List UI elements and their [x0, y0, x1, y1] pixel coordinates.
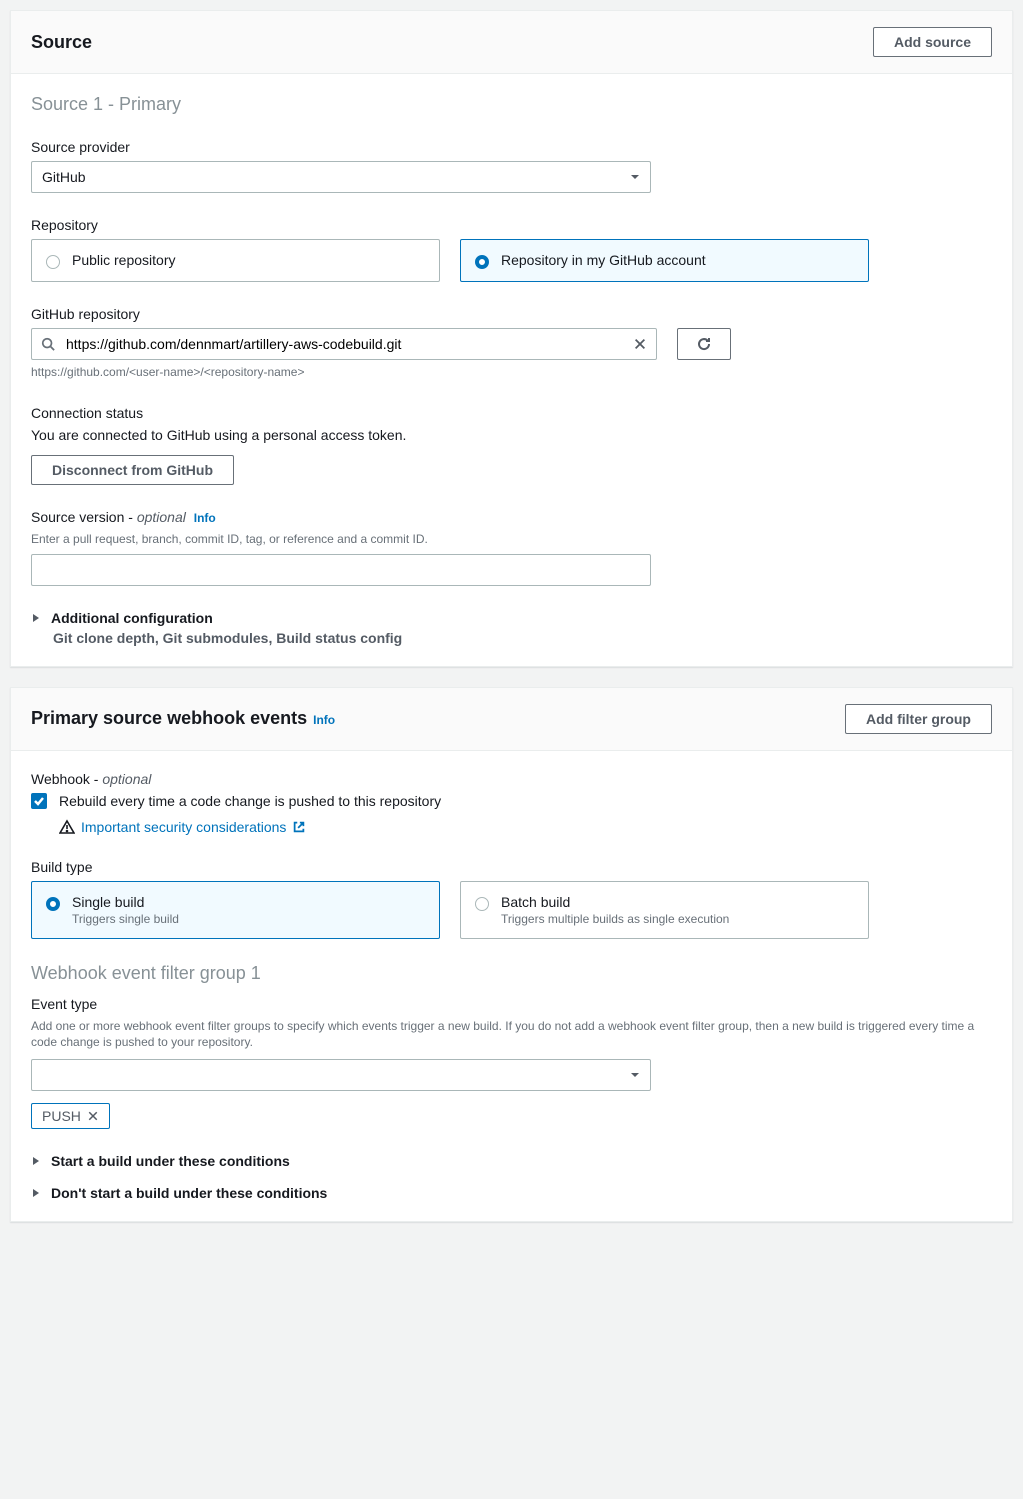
additional-config-title: Additional configuration — [51, 610, 213, 626]
event-type-group: Event type Add one or more webhook event… — [31, 996, 992, 1130]
caret-right-icon — [31, 613, 41, 623]
filter-group-title: Webhook event filter group 1 — [31, 963, 992, 984]
github-repo-hint: https://github.com/<user-name>/<reposito… — [31, 364, 992, 381]
start-conditions-title: Start a build under these conditions — [51, 1153, 290, 1169]
radio-icon — [46, 255, 60, 269]
github-repo-group: GitHub repository https://github.com/<us… — [31, 306, 992, 381]
source-version-input[interactable] — [31, 554, 651, 586]
webhook-label: Webhook - optional — [31, 771, 992, 787]
additional-config-toggle[interactable]: Additional configuration — [31, 610, 992, 626]
repo-option-public[interactable]: Public repository — [31, 239, 440, 282]
radio-icon — [475, 897, 489, 911]
source-provider-select[interactable]: GitHub — [31, 161, 651, 193]
event-type-hint: Add one or more webhook event filter gro… — [31, 1018, 992, 1052]
radio-icon — [475, 255, 489, 269]
webhook-panel: Primary source webhook eventsInfo Add fi… — [10, 687, 1013, 1223]
warning-icon — [59, 819, 75, 835]
start-conditions-toggle[interactable]: Start a build under these conditions — [31, 1153, 992, 1169]
webhook-checkbox-row: Rebuild every time a code change is push… — [31, 793, 992, 809]
repository-label: Repository — [31, 217, 992, 233]
batch-build-sub: Triggers multiple builds as single execu… — [501, 912, 729, 926]
radio-icon — [46, 897, 60, 911]
connection-status-label: Connection status — [31, 405, 992, 421]
dont-start-conditions-toggle[interactable]: Don't start a build under these conditio… — [31, 1185, 992, 1201]
search-icon — [41, 337, 55, 351]
repo-public-label: Public repository — [72, 252, 176, 268]
additional-config-sub: Git clone depth, Git submodules, Build s… — [53, 630, 992, 646]
repository-options: Public repository Repository in my GitHu… — [31, 239, 869, 282]
security-considerations-link[interactable]: Important security considerations — [81, 819, 286, 835]
caret-right-icon — [31, 1188, 41, 1198]
source-provider-value: GitHub — [31, 161, 651, 193]
add-source-button[interactable]: Add source — [873, 27, 992, 57]
webhook-title: Primary source webhook eventsInfo — [31, 708, 335, 729]
webhook-panel-body: Webhook - optional Rebuild every time a … — [11, 751, 1012, 1222]
rebuild-checkbox-label: Rebuild every time a code change is push… — [59, 793, 441, 809]
github-repo-input[interactable] — [31, 328, 657, 360]
source-panel-body: Source 1 - Primary Source provider GitHu… — [11, 74, 1012, 666]
source-panel-header: Source Add source — [11, 11, 1012, 74]
add-filter-group-button[interactable]: Add filter group — [845, 704, 992, 734]
webhook-panel-header: Primary source webhook eventsInfo Add fi… — [11, 688, 1012, 751]
build-type-label: Build type — [31, 859, 992, 875]
additional-config-group: Additional configuration Git clone depth… — [31, 610, 992, 646]
connection-status-group: Connection status You are connected to G… — [31, 405, 992, 485]
build-option-single[interactable]: Single build Triggers single build — [31, 881, 440, 939]
source-version-label: Source version - optional Info — [31, 509, 992, 525]
remove-tag-icon[interactable] — [87, 1110, 99, 1122]
refresh-button[interactable] — [677, 328, 731, 360]
source-provider-label: Source provider — [31, 139, 992, 155]
source-panel: Source Add source Source 1 - Primary Sou… — [10, 10, 1013, 667]
source-title: Source — [31, 32, 92, 53]
caret-right-icon — [31, 1156, 41, 1166]
external-link-icon — [292, 820, 306, 834]
event-tag-label: PUSH — [42, 1108, 81, 1124]
build-option-batch[interactable]: Batch build Triggers multiple builds as … — [460, 881, 869, 939]
source-version-hint: Enter a pull request, branch, commit ID,… — [31, 531, 992, 548]
build-type-options: Single build Triggers single build Batch… — [31, 881, 869, 939]
security-link-row: Important security considerations — [59, 819, 992, 835]
github-repo-label: GitHub repository — [31, 306, 992, 322]
rebuild-checkbox[interactable] — [31, 793, 47, 809]
source-version-group: Source version - optional Info Enter a p… — [31, 509, 992, 586]
single-build-title: Single build — [72, 894, 179, 910]
event-tag-push: PUSH — [31, 1103, 110, 1129]
dont-start-conditions-title: Don't start a build under these conditio… — [51, 1185, 327, 1201]
single-build-sub: Triggers single build — [72, 912, 179, 926]
dont-start-conditions-group: Don't start a build under these conditio… — [31, 1185, 992, 1201]
webhook-option-group: Webhook - optional Rebuild every time a … — [31, 771, 992, 835]
clear-icon[interactable] — [633, 337, 647, 351]
start-conditions-group: Start a build under these conditions — [31, 1153, 992, 1169]
source-version-info-link[interactable]: Info — [194, 511, 216, 525]
batch-build-title: Batch build — [501, 894, 729, 910]
connection-status-text: You are connected to GitHub using a pers… — [31, 427, 992, 443]
repo-option-my-account[interactable]: Repository in my GitHub account — [460, 239, 869, 282]
repo-my-account-label: Repository in my GitHub account — [501, 252, 706, 268]
build-type-group: Build type Single build Triggers single … — [31, 859, 992, 939]
event-type-label: Event type — [31, 996, 992, 1012]
source-section-label: Source 1 - Primary — [31, 94, 992, 115]
event-type-value — [31, 1059, 651, 1091]
webhook-info-link[interactable]: Info — [313, 713, 335, 727]
event-type-select[interactable] — [31, 1059, 651, 1091]
disconnect-github-button[interactable]: Disconnect from GitHub — [31, 455, 234, 485]
repository-group: Repository Public repository Repository … — [31, 217, 992, 282]
source-provider-group: Source provider GitHub — [31, 139, 992, 193]
